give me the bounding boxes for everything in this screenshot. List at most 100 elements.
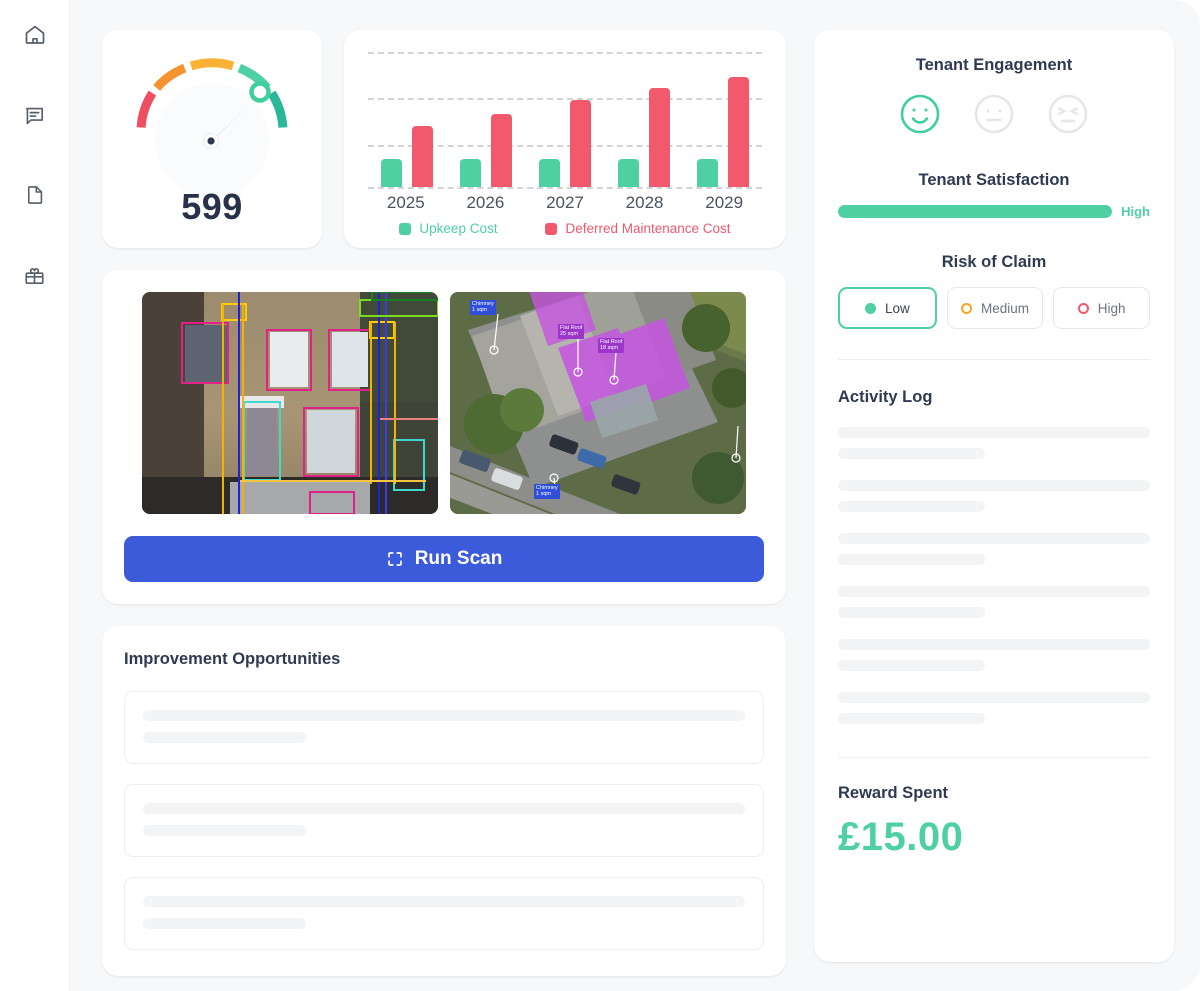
home-icon [23,23,47,47]
aerial-label-chimney-top: Chimney 1 sqm [470,300,496,315]
bar-group-2025 [368,46,447,187]
activity-log-placeholder-item [838,639,1150,671]
chart-legend: Upkeep Cost Deferred Maintenance Cost [366,221,764,236]
satisfaction-fill [838,205,1113,218]
engagement-option-sad[interactable] [1047,93,1089,135]
improvement-placeholder-item[interactable] [124,877,764,950]
bar-group-2029 [683,46,762,187]
neutral-face-icon [973,93,1015,135]
aerial-image-render [450,292,746,514]
activity-log-placeholder-item [838,692,1150,724]
bar-2027-deferred [569,99,591,187]
property-score-card: 599 [102,30,322,248]
bar-group-2027 [526,46,605,187]
placeholder-line [838,713,985,724]
placeholder-line [838,533,1150,544]
facade-detection-image[interactable] [142,292,438,514]
reward-spent-title: Reward Spent [838,784,949,802]
improvement-opportunities-card: Improvement Opportunities [102,626,786,976]
sidebar-item-documents[interactable] [18,178,52,212]
placeholder-line [143,732,306,743]
chart-plot-area [368,46,762,189]
bar-2026-upkeep [460,158,482,187]
bar-group-2028 [604,46,683,187]
satisfaction-level-label: High [1121,204,1150,219]
aerial-label-flat-roof-25: Flat Roof 25 sqm [558,324,585,339]
scan-frame-icon [386,550,404,568]
x-tick-2028: 2028 [625,193,664,212]
x-tick-2025: 2025 [386,193,425,212]
placeholder-line [838,660,985,671]
legend-item-deferred: Deferred Maintenance Cost [545,221,731,236]
bar-2028-deferred [648,88,670,187]
improvement-list [124,691,764,950]
gift-icon [23,264,46,287]
activity-log-placeholder-item [838,427,1150,459]
placeholder-line [838,448,985,459]
legend-swatch-deferred [545,222,558,235]
bar-2028-upkeep [617,158,639,187]
risk-of-claim-title: Risk of Claim [941,253,1047,271]
placeholder-line [143,710,745,721]
sidebar-item-messages[interactable] [18,98,52,132]
improvement-placeholder-item[interactable] [124,691,764,764]
bar-2029-deferred [727,77,749,187]
x-tick-2027: 2027 [546,193,584,212]
risk-marker-medium-icon [961,302,972,314]
tenant-engagement-options [838,93,1150,135]
right-column: Tenant Engagement Tenant Satisfaction Hi… [814,30,1174,962]
risk-option-medium[interactable]: Medium [946,287,1044,329]
risk-option-high-label: High [1097,300,1126,316]
x-tick-2026: 2026 [466,193,505,212]
reward-spent-amount: £15.00 [838,815,964,859]
document-icon [24,184,46,206]
bar-group-2026 [447,46,526,187]
legend-item-upkeep: Upkeep Cost [399,221,497,236]
score-gauge: 599 [122,54,302,227]
engagement-option-happy[interactable] [899,93,941,135]
chart-bars [368,46,762,187]
placeholder-line [838,639,1150,650]
left-column: 599 2025 2026 2027 2028 2029 Upkeep Cost… [102,30,786,976]
risk-marker-high-icon [1077,302,1089,314]
placeholder-line [838,692,1150,703]
risk-option-low[interactable]: Low [838,287,937,329]
bar-2029-upkeep [696,158,718,187]
sidebar-item-home[interactable] [18,18,52,52]
gridline [368,187,762,189]
section-divider-activity [838,359,1150,360]
app-root: 599 2025 2026 2027 2028 2029 Upkeep Cost… [0,0,1200,991]
message-icon [23,104,46,127]
bar-2025-upkeep [381,158,403,187]
aerial-roof-detection-image[interactable]: Chimney 1 sqm Flat Roof 25 sqm Flat Roof… [450,292,746,514]
tenant-insights-card: Tenant Engagement Tenant Satisfaction Hi… [814,30,1174,962]
risk-of-claim-options: Low Medium High [838,287,1151,329]
aerial-label-flat-roof-18: Flat Roof 18 sqm [598,338,625,353]
risk-option-low-label: Low [884,300,910,316]
placeholder-line [838,586,1150,597]
maintenance-cost-chart-card: 2025 2026 2027 2028 2029 Upkeep Cost Deferre… [344,30,786,248]
tenant-satisfaction-title: Tenant Satisfaction [918,171,1070,189]
legend-label-upkeep: Upkeep Cost [419,221,498,236]
section-divider-reward [838,757,1150,758]
run-scan-label: Run Scan [414,548,503,569]
placeholder-line [143,896,745,907]
placeholder-line [838,607,985,618]
property-scan-card: Chimney 1 sqm Flat Roof 25 sqm Flat Roof… [102,270,786,604]
activity-log-placeholder-item [838,533,1150,565]
activity-log-title: Activity Log [838,388,933,406]
legend-label-deferred: Deferred Maintenance Cost [565,221,731,236]
placeholder-line [838,501,985,512]
tenant-satisfaction-meter: High [838,204,1150,219]
metrics-row: 599 2025 2026 2027 2028 2029 Upkeep Cost… [102,30,786,248]
risk-marker-low-icon [864,302,876,314]
activity-log-placeholder-item [838,586,1150,618]
engagement-option-neutral[interactable] [973,93,1015,135]
aerial-label-chimney-bottom: Chimney 1 sqm [534,484,560,499]
run-scan-button[interactable]: Run Scan [124,536,764,582]
risk-option-high[interactable]: High [1053,287,1151,329]
sidebar-item-rewards[interactable] [18,258,52,292]
left-nav-sidebar [0,0,70,991]
facade-image-render [142,292,438,514]
improvement-placeholder-item[interactable] [124,784,764,857]
